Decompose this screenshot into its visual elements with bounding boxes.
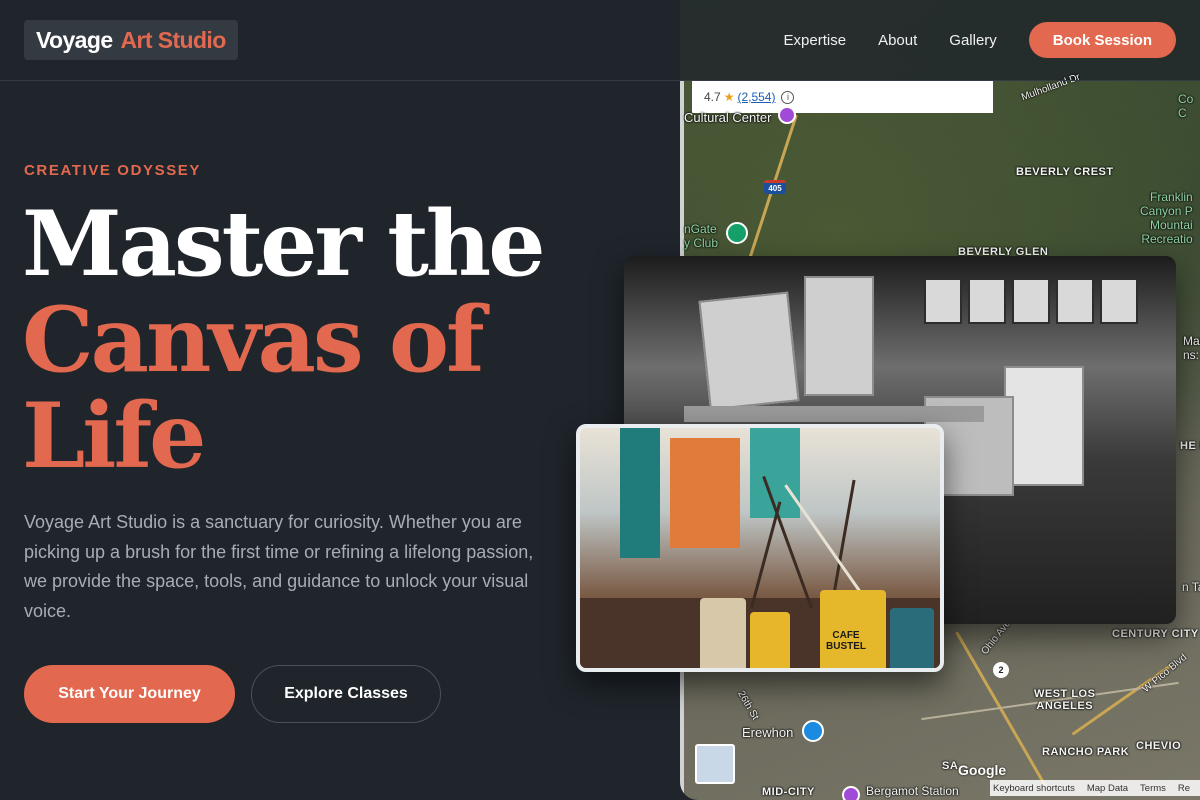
- map-label-century-city: CENTURY CITY: [1112, 628, 1199, 640]
- main-nav: Expertise About Gallery Book Session: [784, 22, 1176, 58]
- map-label-cheviot: CHEVIO: [1136, 740, 1182, 752]
- paintbrush: [830, 479, 856, 609]
- logo[interactable]: Voyage Art Studio: [24, 20, 238, 60]
- map-type-toggle[interactable]: [695, 744, 735, 784]
- info-icon[interactable]: i: [781, 90, 795, 104]
- nav-about[interactable]: About: [878, 32, 917, 49]
- hero-description: Voyage Art Studio is a sanctuary for cur…: [24, 512, 534, 621]
- explore-classes-button[interactable]: Explore Classes: [251, 665, 441, 723]
- map-label-n-ta: n Ta: [1182, 580, 1200, 594]
- paint-jar: [750, 612, 790, 668]
- paint-jar: [820, 590, 886, 668]
- terms-link[interactable]: Terms: [1140, 783, 1166, 794]
- map-label-he-f: HE F: [1180, 440, 1200, 452]
- golf-club-pin-icon[interactable]: [726, 222, 748, 244]
- star-icon: ★: [723, 90, 735, 104]
- shopping-cart-pin-icon[interactable]: [802, 720, 824, 742]
- map-label-pico: W Pico Blvd: [1140, 651, 1190, 696]
- paint-jar: [890, 608, 934, 668]
- map-label-west-la: WEST LOS ANGELES: [1034, 688, 1096, 712]
- report-link[interactable]: Re: [1178, 783, 1190, 794]
- route-shield: 2: [993, 662, 1009, 678]
- stacked-canvas: [804, 276, 874, 396]
- headline-line-2: Canvas of: [22, 287, 485, 393]
- start-journey-button[interactable]: Start Your Journey: [24, 665, 235, 723]
- wall-paint-swatch: [620, 428, 660, 558]
- place-rating-card[interactable]: 4.7 ★ (2,554) i: [692, 81, 993, 113]
- headline-line-3: Life: [22, 383, 206, 489]
- map-label-franklin: Franklin Canyon P Mountai Recreatio: [1140, 190, 1193, 246]
- map-label-26th-st: 26th St: [735, 689, 761, 722]
- map-label-rancho-park: RANCHO PARK: [1042, 746, 1130, 758]
- studio-window: [1056, 278, 1094, 324]
- rating-value: 4.7: [704, 90, 721, 104]
- keyboard-shortcuts-link[interactable]: Keyboard shortcuts: [993, 783, 1075, 794]
- map-label-mid-city: MID-CITY: [762, 786, 815, 798]
- nav-gallery[interactable]: Gallery: [949, 32, 997, 49]
- map-label-beverly-crest: BEVERLY CREST: [1016, 166, 1114, 178]
- hero-eyebrow: CREATIVE ODYSSEY: [24, 162, 202, 179]
- map-label-co: Co C: [1178, 92, 1194, 120]
- headline-line-1: Master the: [22, 191, 545, 297]
- stacked-canvas: [1004, 366, 1084, 486]
- map-attribution: Keyboard shortcuts Map Data Terms Re: [990, 780, 1200, 796]
- logo-primary: Voyage: [36, 26, 113, 53]
- map-label-erewhon: Erewhon: [742, 725, 794, 740]
- logo-accent: Art Studio: [120, 26, 227, 53]
- paint-jar: [700, 598, 746, 668]
- hero-headline: Master the Canvas of Life: [22, 196, 582, 484]
- map-data-link[interactable]: Map Data: [1087, 783, 1128, 794]
- google-logo: Google: [958, 762, 1007, 778]
- place-pin-icon[interactable]: [778, 106, 796, 124]
- map-label-bergamot: Bergamot Station: [866, 784, 959, 798]
- studio-window: [1100, 278, 1138, 324]
- map-label-golf-club: nGate y Club: [684, 222, 719, 250]
- highway-shield: 405: [764, 180, 786, 194]
- wall-paint-swatch: [670, 438, 740, 548]
- review-count-link[interactable]: (2,554): [737, 90, 775, 104]
- jar-label-text: CAFE BUSTEL: [826, 630, 866, 652]
- studio-table: [684, 406, 984, 422]
- gallery-pin-icon[interactable]: [842, 786, 860, 800]
- stacked-canvas: [698, 291, 800, 411]
- studio-window: [1012, 278, 1050, 324]
- nav-expertise[interactable]: Expertise: [784, 32, 847, 49]
- paint-jars-photo: CAFE BUSTEL: [576, 424, 944, 672]
- site-header: Voyage Art Studio Expertise About Galler…: [0, 0, 1200, 81]
- map-label-cultural-center: Cultural Center: [684, 110, 772, 125]
- map-label-man: Man ns: T: [1183, 334, 1200, 362]
- map-label-sa: SA: [942, 760, 959, 772]
- studio-window: [924, 278, 962, 324]
- book-session-button[interactable]: Book Session: [1028, 22, 1176, 58]
- studio-window: [968, 278, 1006, 324]
